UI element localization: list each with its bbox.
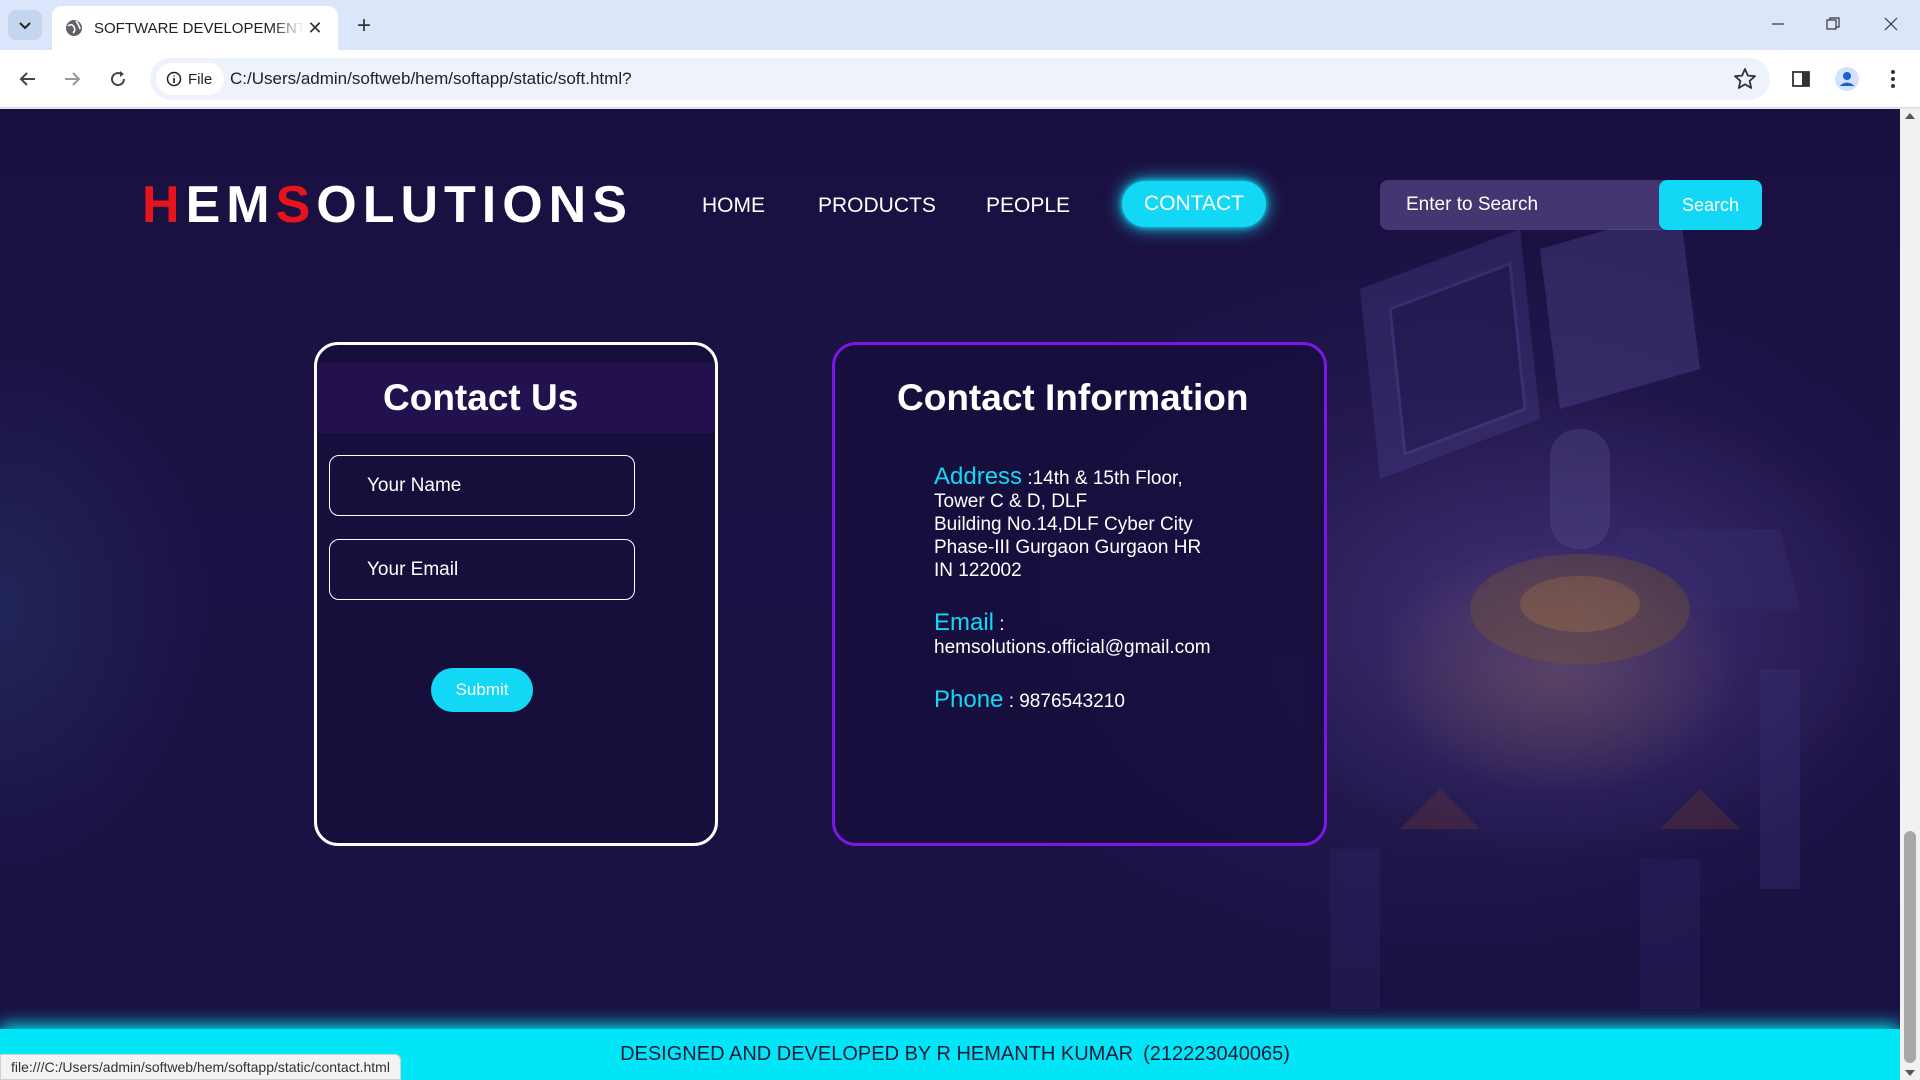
forward-icon[interactable]: [56, 63, 88, 95]
logo-letter-h: H: [142, 176, 186, 234]
address-line: Phase-III Gurgaon Gurgaon HR: [934, 537, 1202, 558]
minimize-icon[interactable]: [1755, 8, 1801, 40]
logo-letters-olutions: OLUTIONS: [316, 176, 633, 234]
window-close-icon[interactable]: [1868, 8, 1914, 40]
star-icon[interactable]: [1732, 66, 1758, 92]
site-info-label: File: [188, 70, 213, 88]
globe-icon: [66, 20, 82, 36]
email-separator: :: [999, 614, 1005, 635]
background-illustration: [1270, 229, 1800, 1009]
search-button[interactable]: Search: [1659, 180, 1762, 230]
profile-icon[interactable]: [1832, 64, 1862, 94]
address-line: Building No.14,DLF Cyber City: [934, 514, 1193, 535]
email-field[interactable]: [329, 539, 635, 600]
reload-icon[interactable]: [102, 63, 134, 95]
submit-button[interactable]: Submit: [431, 668, 533, 712]
tab-list-icon: [19, 22, 31, 30]
site-info-chip[interactable]: File: [156, 63, 224, 95]
restore-icon[interactable]: [1810, 8, 1856, 40]
browser-toolbar: File C:/Users/admin/softweb/hem/softapp/…: [0, 50, 1920, 108]
contact-info-card: Contact Information Address :14th & 15th…: [832, 342, 1327, 846]
address-line: IN 122002: [934, 560, 1022, 581]
tab-list-button[interactable]: [8, 10, 42, 40]
phone-value: : 9876543210: [1008, 691, 1125, 712]
tab-title: SOFTWARE DEVELOPEMENT COMPANY: [94, 19, 304, 37]
nav-home[interactable]: HOME: [702, 194, 765, 218]
page-viewport: HEMSOLUTIONS HOME PRODUCTS PEOPLE CONTAC…: [0, 109, 1900, 1080]
footer-credit: DESIGNED AND DEVELOPED BY R HEMANTH KUMA…: [620, 1043, 1134, 1065]
scroll-thumb[interactable]: [1904, 831, 1916, 1063]
site-logo[interactable]: HEMSOLUTIONS: [142, 175, 633, 235]
address-block: Address :14th & 15th Floor, Tower C & D,…: [934, 465, 1264, 582]
nav-contact[interactable]: CONTACT: [1122, 181, 1266, 227]
close-icon[interactable]: ✕: [304, 17, 326, 39]
email-label: Email: [934, 609, 995, 636]
plus-icon[interactable]: +: [350, 12, 378, 40]
side-panel-icon[interactable]: [1786, 64, 1816, 94]
menu-icon[interactable]: [1878, 64, 1908, 94]
address-line: :14th & 15th Floor,: [1027, 468, 1183, 489]
footer-id: (212223040065): [1143, 1043, 1290, 1065]
nav-people[interactable]: PEOPLE: [986, 194, 1070, 218]
email-value[interactable]: hemsolutions.official@gmail.com: [934, 637, 1211, 658]
nav-products[interactable]: PRODUCTS: [818, 194, 936, 218]
url-text[interactable]: C:/Users/admin/softweb/hem/softapp/stati…: [230, 69, 632, 89]
phone-label: Phone: [934, 686, 1004, 713]
address-bar[interactable]: File C:/Users/admin/softweb/hem/softapp/…: [150, 58, 1770, 100]
scroll-down-arrow[interactable]: [1905, 1070, 1915, 1076]
back-icon[interactable]: [12, 63, 44, 95]
status-bar: file:///C:/Users/admin/softweb/hem/softa…: [0, 1054, 401, 1080]
contact-info-title: Contact Information: [897, 377, 1249, 418]
page-scrollbar[interactable]: [1900, 109, 1920, 1080]
logo-letters-em: EM: [185, 176, 276, 234]
browser-tab[interactable]: SOFTWARE DEVELOPEMENT COMPANY ✕: [52, 6, 338, 50]
info-icon: [166, 71, 182, 87]
phone-block: Phone : 9876543210: [934, 688, 1264, 713]
name-field[interactable]: [329, 455, 635, 516]
tab-strip: SOFTWARE DEVELOPEMENT COMPANY ✕ +: [0, 0, 1920, 50]
contact-form-card: Contact Us Submit: [314, 342, 718, 846]
address-label: Address: [934, 463, 1023, 490]
address-line: Tower C & D, DLF: [934, 491, 1088, 512]
email-block: Email : hemsolutions.official@gmail.com: [934, 611, 1264, 659]
contact-form-title: Contact Us: [383, 377, 579, 418]
scroll-up-arrow[interactable]: [1905, 113, 1915, 119]
search-input[interactable]: [1380, 180, 1664, 230]
logo-letter-s: S: [275, 176, 317, 234]
